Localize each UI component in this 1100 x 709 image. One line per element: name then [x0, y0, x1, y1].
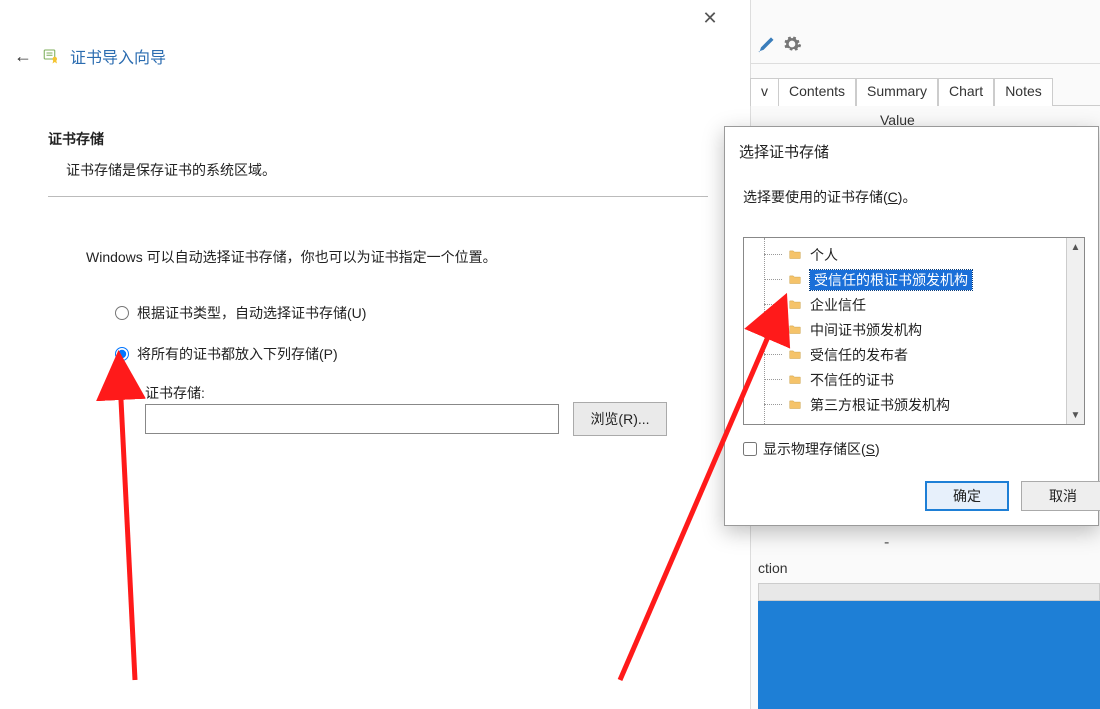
- tab-prefix[interactable]: v: [750, 78, 778, 106]
- folder-icon: [786, 323, 804, 337]
- tree-item-label: 受信任的发布者: [810, 345, 908, 365]
- tab-notes[interactable]: Notes: [994, 78, 1053, 106]
- gear-icon: [782, 34, 802, 54]
- dialog-title: 选择证书存储: [739, 141, 829, 162]
- tree-item-label: 受信任的根证书颁发机构: [810, 270, 972, 290]
- back-button[interactable]: ←: [14, 46, 32, 67]
- certificate-import-wizard: ✕ ← 证书导入向导 证书存储 证书存储是保存证书的系统区域。 Windows …: [0, 0, 740, 709]
- folder-icon: [786, 298, 804, 312]
- tree-item[interactable]: 个人: [744, 242, 1066, 267]
- radio-manual-select-input[interactable]: [115, 347, 129, 361]
- scroll-up-icon[interactable]: ▲: [1067, 238, 1084, 256]
- background-text-ction: ction: [758, 560, 788, 576]
- tree-item[interactable]: 企业信任: [744, 292, 1066, 317]
- tree-item-label: 第三方根证书颁发机构: [810, 395, 950, 415]
- wrench-icon: [756, 34, 776, 54]
- folder-icon: [786, 348, 804, 362]
- section-heading-store: 证书存储: [48, 129, 104, 149]
- tree-item-label: 中间证书颁发机构: [810, 320, 922, 340]
- tab-summary[interactable]: Summary: [856, 78, 938, 106]
- folder-icon: [786, 398, 804, 412]
- browse-button[interactable]: 浏览(R)...: [573, 402, 667, 436]
- auto-select-description: Windows 可以自动选择证书存储，你也可以为证书指定一个位置。: [86, 247, 497, 267]
- radio-auto-select[interactable]: 根据证书类型，自动选择证书存储(U): [115, 303, 366, 323]
- wizard-title: 证书导入向导: [70, 44, 166, 68]
- show-physical-stores-input[interactable]: [743, 442, 757, 456]
- scroll-down-icon[interactable]: ▼: [1067, 406, 1084, 424]
- background-divider-bar: [758, 583, 1100, 601]
- tree-item[interactable]: 中间证书颁发机构: [744, 317, 1066, 342]
- divider: [48, 196, 708, 197]
- show-physical-stores-checkbox[interactable]: 显示物理存储区(S): [743, 439, 880, 459]
- certificate-icon: [42, 47, 60, 65]
- section-description: 证书存储是保存证书的系统区域。: [66, 160, 276, 180]
- tab-contents[interactable]: Contents: [778, 78, 856, 106]
- tree-scrollbar[interactable]: ▲ ▼: [1066, 238, 1084, 424]
- tree-item[interactable]: 受信任的发布者: [744, 342, 1066, 367]
- tree-item[interactable]: 不信任的证书: [744, 367, 1066, 392]
- radio-auto-select-label: 根据证书类型，自动选择证书存储(U): [137, 303, 366, 323]
- show-physical-stores-label: 显示物理存储区(S): [763, 439, 880, 459]
- tree-item-label: 个人: [810, 245, 838, 265]
- tree-item-label: 企业信任: [810, 295, 866, 315]
- tree-item[interactable]: 第三方根证书颁发机构: [744, 392, 1066, 417]
- radio-manual-select-label: 将所有的证书都放入下列存储(P): [137, 344, 338, 364]
- background-tabs: v Contents Summary Chart Notes: [750, 76, 1100, 106]
- folder-icon: [786, 273, 804, 287]
- tree-item-label: 不信任的证书: [810, 370, 894, 390]
- select-certificate-store-dialog: 选择证书存储 选择要使用的证书存储(C)。 个人受信任的根证书颁发机构企业信任中…: [724, 126, 1099, 526]
- tab-chart[interactable]: Chart: [938, 78, 994, 106]
- certificate-store-tree[interactable]: 个人受信任的根证书颁发机构企业信任中间证书颁发机构受信任的发布者不信任的证书第三…: [743, 237, 1085, 425]
- folder-icon: [786, 373, 804, 387]
- radio-manual-select[interactable]: 将所有的证书都放入下列存储(P): [115, 344, 338, 364]
- certificate-store-input[interactable]: [145, 404, 559, 434]
- cancel-button[interactable]: 取消: [1021, 481, 1100, 511]
- folder-icon: [786, 248, 804, 262]
- dialog-instruction: 选择要使用的证书存储(C)。: [743, 187, 916, 207]
- ok-button[interactable]: 确定: [925, 481, 1009, 511]
- background-dash: -: [884, 534, 889, 552]
- close-button[interactable]: ✕: [696, 4, 724, 32]
- radio-auto-select-input[interactable]: [115, 306, 129, 320]
- background-desktop-strip: [758, 601, 1100, 709]
- certificate-store-label: 证书存储:: [145, 383, 205, 403]
- background-toolbar: [750, 24, 1100, 64]
- tree-item[interactable]: 受信任的根证书颁发机构: [744, 267, 1066, 292]
